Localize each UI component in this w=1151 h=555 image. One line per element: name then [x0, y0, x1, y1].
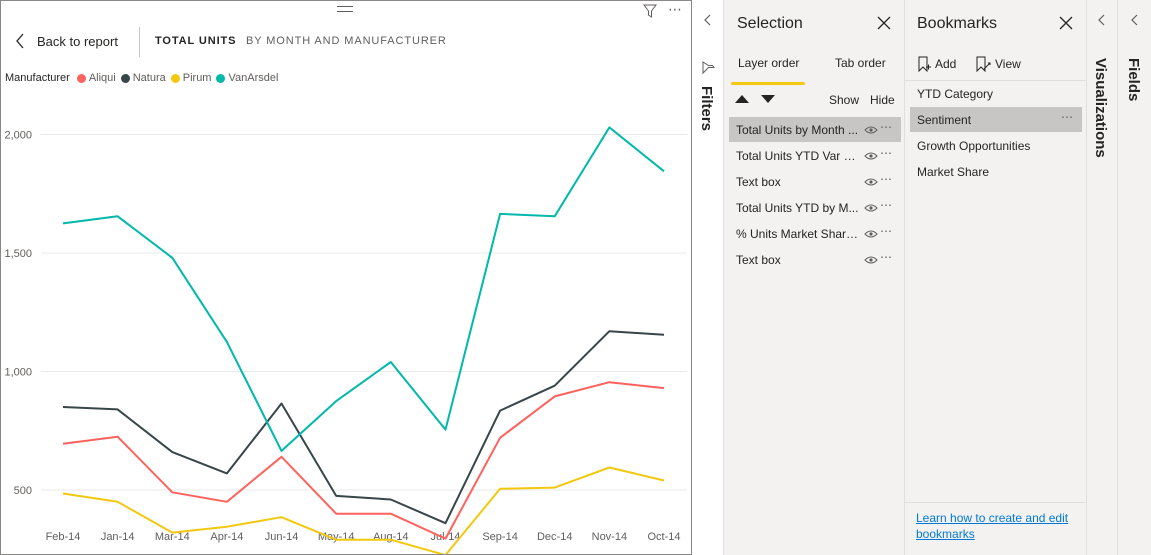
layer-item[interactable]: % Units Market Share... ⋯ — [729, 221, 901, 246]
layer-item[interactable]: Total Units YTD Var %... ⋯ — [729, 143, 901, 168]
eye-icon[interactable] — [864, 177, 878, 187]
view-bookmark-icon — [976, 56, 991, 72]
visualizations-pane-collapsed[interactable]: Visualizations — [1086, 0, 1117, 555]
show-all-button[interactable]: Show — [829, 93, 859, 107]
series-line-pirum[interactable] — [62, 466, 665, 555]
bookmark-name: Market Share — [917, 164, 990, 179]
view-bookmark-button[interactable]: View — [975, 55, 1021, 73]
eye-icon[interactable] — [864, 125, 878, 135]
x-tick-label: Dec-14 — [537, 531, 572, 543]
layer-item[interactable]: Total Units YTD by M... ⋯ — [729, 195, 901, 220]
series-line-aliqui[interactable] — [62, 381, 665, 540]
visualizations-label: Visualizations — [1092, 58, 1109, 158]
selection-title: Selection — [737, 15, 803, 32]
y-tick-label: 500 — [14, 485, 32, 497]
add-bookmark-icon — [918, 56, 931, 72]
eye-icon[interactable] — [864, 203, 878, 213]
hide-all-button[interactable]: Hide — [870, 93, 895, 107]
more-options-icon[interactable]: ⋯ — [1061, 110, 1073, 124]
x-tick-label: Apr-14 — [210, 531, 243, 543]
x-tick-label: Nov-14 — [592, 531, 627, 543]
bookmark-name: Sentiment — [917, 112, 972, 127]
fields-pane-collapsed[interactable]: Fields — [1117, 0, 1151, 555]
x-tick-label: Aug-14 — [373, 531, 408, 543]
bookmark-name: Growth Opportunities — [917, 138, 1031, 153]
layer-name: Text box — [736, 252, 781, 267]
view-bookmark-label: View — [995, 57, 1021, 71]
x-tick-label: Jan-14 — [101, 531, 135, 543]
layer-name: Text box — [736, 174, 781, 189]
layer-item[interactable]: Text box ⋯ — [729, 169, 901, 194]
fields-label: Fields — [1125, 58, 1142, 102]
eye-icon[interactable] — [864, 229, 878, 239]
line-chart[interactable]: 5001,0001,5002,000Feb-14 Jan-14 Mar-14 Apr-… — [1, 1, 691, 554]
more-options-icon[interactable]: ⋯ — [880, 224, 893, 238]
tab-layer-order[interactable]: Layer order — [738, 56, 799, 70]
add-bookmark-label: Add — [935, 57, 957, 71]
bookmark-name: YTD Category — [917, 86, 994, 101]
move-up-icon[interactable] — [735, 94, 749, 104]
bookmark-item[interactable]: Sentiment ⋯ — [910, 107, 1082, 132]
layer-name: % Units Market Share... — [736, 226, 860, 241]
add-bookmark-button[interactable]: Add — [917, 55, 956, 73]
x-tick-label: Oct-14 — [647, 531, 680, 543]
layer-name: Total Units YTD by M... — [736, 200, 859, 215]
eye-icon[interactable] — [864, 151, 878, 161]
move-down-icon[interactable] — [761, 94, 775, 104]
y-tick-label: 2,000 — [4, 130, 32, 142]
series-line-vanarsdel[interactable] — [62, 126, 665, 452]
bookmarks-title: Bookmarks — [917, 15, 998, 32]
layer-item[interactable]: Total Units by Month ... ⋯ — [729, 117, 901, 142]
bookmarks-pane: Bookmarks Add View YTD Category Sentimen… — [904, 0, 1087, 555]
learn-bookmarks-link[interactable]: Learn how to create and edit bookmarks — [916, 510, 1081, 542]
active-tab-indicator — [731, 82, 805, 85]
filters-label: Filters — [698, 86, 715, 132]
chevron-left-icon[interactable] — [703, 14, 713, 26]
more-options-icon[interactable]: ⋯ — [880, 120, 893, 134]
x-tick-label: May-14 — [318, 531, 355, 543]
layer-name: Total Units by Month ... — [736, 122, 859, 137]
chevron-left-icon[interactable] — [1130, 14, 1140, 26]
chevron-left-icon[interactable] — [1097, 14, 1107, 26]
y-tick-label: 1,500 — [4, 248, 32, 260]
selection-pane: Selection Layer order Tab order Show Hid… — [723, 0, 904, 555]
x-tick-label: Feb-14 — [46, 531, 81, 543]
more-options-icon[interactable]: ⋯ — [880, 172, 893, 186]
more-options-icon[interactable]: ⋯ — [880, 250, 893, 264]
bookmark-item[interactable]: Growth Opportunities — [910, 133, 1082, 158]
divider — [905, 502, 1087, 503]
y-tick-label: 1,000 — [4, 367, 32, 379]
close-icon[interactable] — [874, 13, 894, 33]
more-options-icon[interactable]: ⋯ — [880, 198, 893, 212]
filter-funnel-icon — [702, 61, 715, 75]
x-tick-label: Sep-14 — [482, 531, 517, 543]
bookmark-item[interactable]: YTD Category — [910, 81, 1082, 106]
series-line-natura[interactable] — [62, 330, 665, 525]
layer-name: Total Units YTD Var %... — [736, 148, 860, 163]
more-options-icon[interactable]: ⋯ — [880, 146, 893, 160]
tab-tab-order[interactable]: Tab order — [835, 56, 886, 70]
layer-item[interactable]: Text box ⋯ — [729, 247, 901, 272]
report-canvas: ⋯ Back to report TOTAL UNITS BY MONTH AN… — [0, 0, 692, 555]
x-tick-label: Jun-14 — [265, 531, 299, 543]
filters-pane-collapsed[interactable]: Filters — [693, 0, 723, 555]
bookmark-item[interactable]: Market Share — [910, 159, 1082, 184]
eye-icon[interactable] — [864, 255, 878, 265]
close-icon[interactable] — [1056, 13, 1076, 33]
